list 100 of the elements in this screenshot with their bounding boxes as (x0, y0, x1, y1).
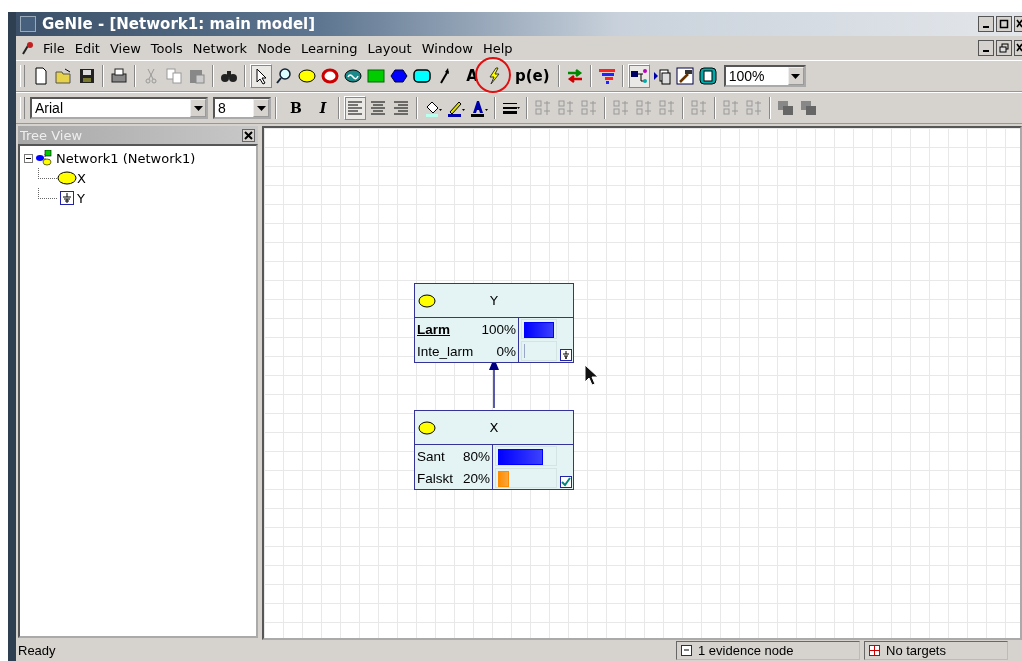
app-icon (20, 41, 34, 55)
close-button[interactable] (242, 128, 255, 142)
minimize-icon (983, 50, 989, 52)
menu-item[interactable]: Edit (69, 40, 105, 56)
layers-icon (777, 99, 795, 117)
ellipse-icon (298, 67, 316, 85)
state-probability: 20% (462, 470, 490, 486)
tree-item[interactable]: X (77, 170, 86, 186)
target-icon (869, 645, 880, 656)
state-name: Sant (417, 448, 445, 464)
dropdown-arrow-icon (256, 105, 266, 111)
align-icon (612, 99, 630, 117)
font-dropdown[interactable]: Arial (30, 97, 208, 119)
panel-title: Tree View (19, 127, 83, 143)
mouse-cursor-icon (584, 364, 598, 386)
ellipse-icon (418, 420, 436, 435)
folder-icon (55, 67, 73, 85)
status-message: Ready (17, 643, 57, 658)
close-button[interactable] (1014, 40, 1022, 56)
network-icon (35, 150, 55, 166)
ellipse-icon (418, 293, 436, 308)
evidence-icon (681, 645, 692, 656)
minimize-icon (983, 26, 989, 28)
pages-icon (652, 67, 671, 85)
toolbar-button[interactable]: p(e) (511, 64, 554, 88)
state-name: Larm (417, 321, 450, 337)
node-card[interactable]: X Sant 80% Falskt 20% (414, 410, 574, 490)
status-text: No targets (886, 643, 946, 658)
rounded-rectangle-icon (413, 67, 431, 85)
tree-item[interactable]: Y (77, 190, 85, 206)
toolbar-button[interactable] (673, 64, 696, 88)
hexagon-icon (390, 67, 408, 85)
menu-item[interactable]: Window (416, 40, 478, 56)
menu-item[interactable]: Layout (362, 40, 417, 56)
align-icon (635, 99, 653, 117)
state-name: Falskt (417, 470, 453, 486)
menu-item[interactable]: Network (187, 40, 253, 56)
restore-button[interactable] (996, 40, 1012, 56)
printer-icon (110, 67, 128, 85)
tree-item[interactable]: Network1 (Network1) (56, 150, 196, 166)
align-icon (690, 99, 708, 117)
rectangle-icon (367, 67, 385, 85)
window-menu-icon[interactable] (20, 16, 36, 32)
dropdown-arrow-icon (193, 105, 203, 111)
font-size-dropdown[interactable]: 8 (213, 97, 271, 119)
state-name: Inte_larm (417, 343, 474, 359)
format-button[interactable]: B (285, 96, 307, 120)
align-icon (658, 99, 676, 117)
layers-icon (800, 99, 818, 117)
toolbar-button[interactable] (627, 64, 650, 88)
font-color-icon (470, 99, 488, 117)
menu-item[interactable]: View (104, 40, 146, 56)
ellipse-icon (57, 171, 77, 185)
zoom-dropdown[interactable]: 100% (723, 65, 806, 87)
format-button[interactable]: I (312, 96, 334, 120)
sheet-icon (698, 67, 717, 85)
magnifier-icon (275, 67, 293, 85)
dropdown-arrow-icon (791, 73, 801, 79)
menu-item[interactable]: File (38, 40, 70, 56)
wave-icon (344, 67, 362, 85)
window-title: GeNIe - [Network1: main model] (42, 15, 316, 33)
menu-item[interactable]: Tools (145, 40, 188, 56)
toolbar-button[interactable] (250, 64, 272, 88)
status-text: 1 evidence node (698, 643, 794, 658)
ring-icon (321, 67, 339, 85)
align-icon (534, 99, 552, 117)
maximize-icon (999, 19, 1009, 29)
node-name: X (488, 420, 500, 435)
scissors-icon (142, 67, 160, 85)
hammer-icon (675, 67, 694, 85)
toolbar-button[interactable] (696, 64, 719, 88)
maximize-button[interactable] (996, 16, 1012, 32)
graph-icon (629, 67, 648, 85)
align-right-icon (392, 99, 410, 117)
close-button[interactable] (1014, 16, 1022, 32)
close-icon (1015, 19, 1022, 29)
state-probability: 80% (462, 448, 490, 464)
align-icon (745, 99, 763, 117)
pen-icon (447, 99, 465, 117)
state-probability: 100% (481, 321, 516, 337)
align-left-icon (346, 99, 364, 117)
document-icon (32, 67, 50, 85)
bars-icon (597, 67, 616, 85)
copy-icon (165, 67, 183, 85)
collapse-toggle[interactable] (24, 153, 33, 163)
minimize-button[interactable] (978, 40, 994, 56)
state-probability: 0% (496, 343, 516, 359)
menu-item[interactable]: Node (252, 40, 297, 56)
align-icon (722, 99, 740, 117)
align-icon (557, 99, 575, 117)
restore-icon (999, 43, 1009, 53)
align-center-icon (369, 99, 387, 117)
menu-item[interactable]: Help (477, 40, 518, 56)
node-card[interactable]: Y Larm 100% Inte_larm 0% (414, 283, 574, 363)
clipboard-icon (188, 67, 206, 85)
menu-item[interactable]: Learning (296, 40, 363, 56)
minimize-button[interactable] (978, 16, 994, 32)
node-name: Y (489, 293, 499, 308)
align-icon (580, 99, 598, 117)
paint-bucket-icon (424, 99, 442, 117)
